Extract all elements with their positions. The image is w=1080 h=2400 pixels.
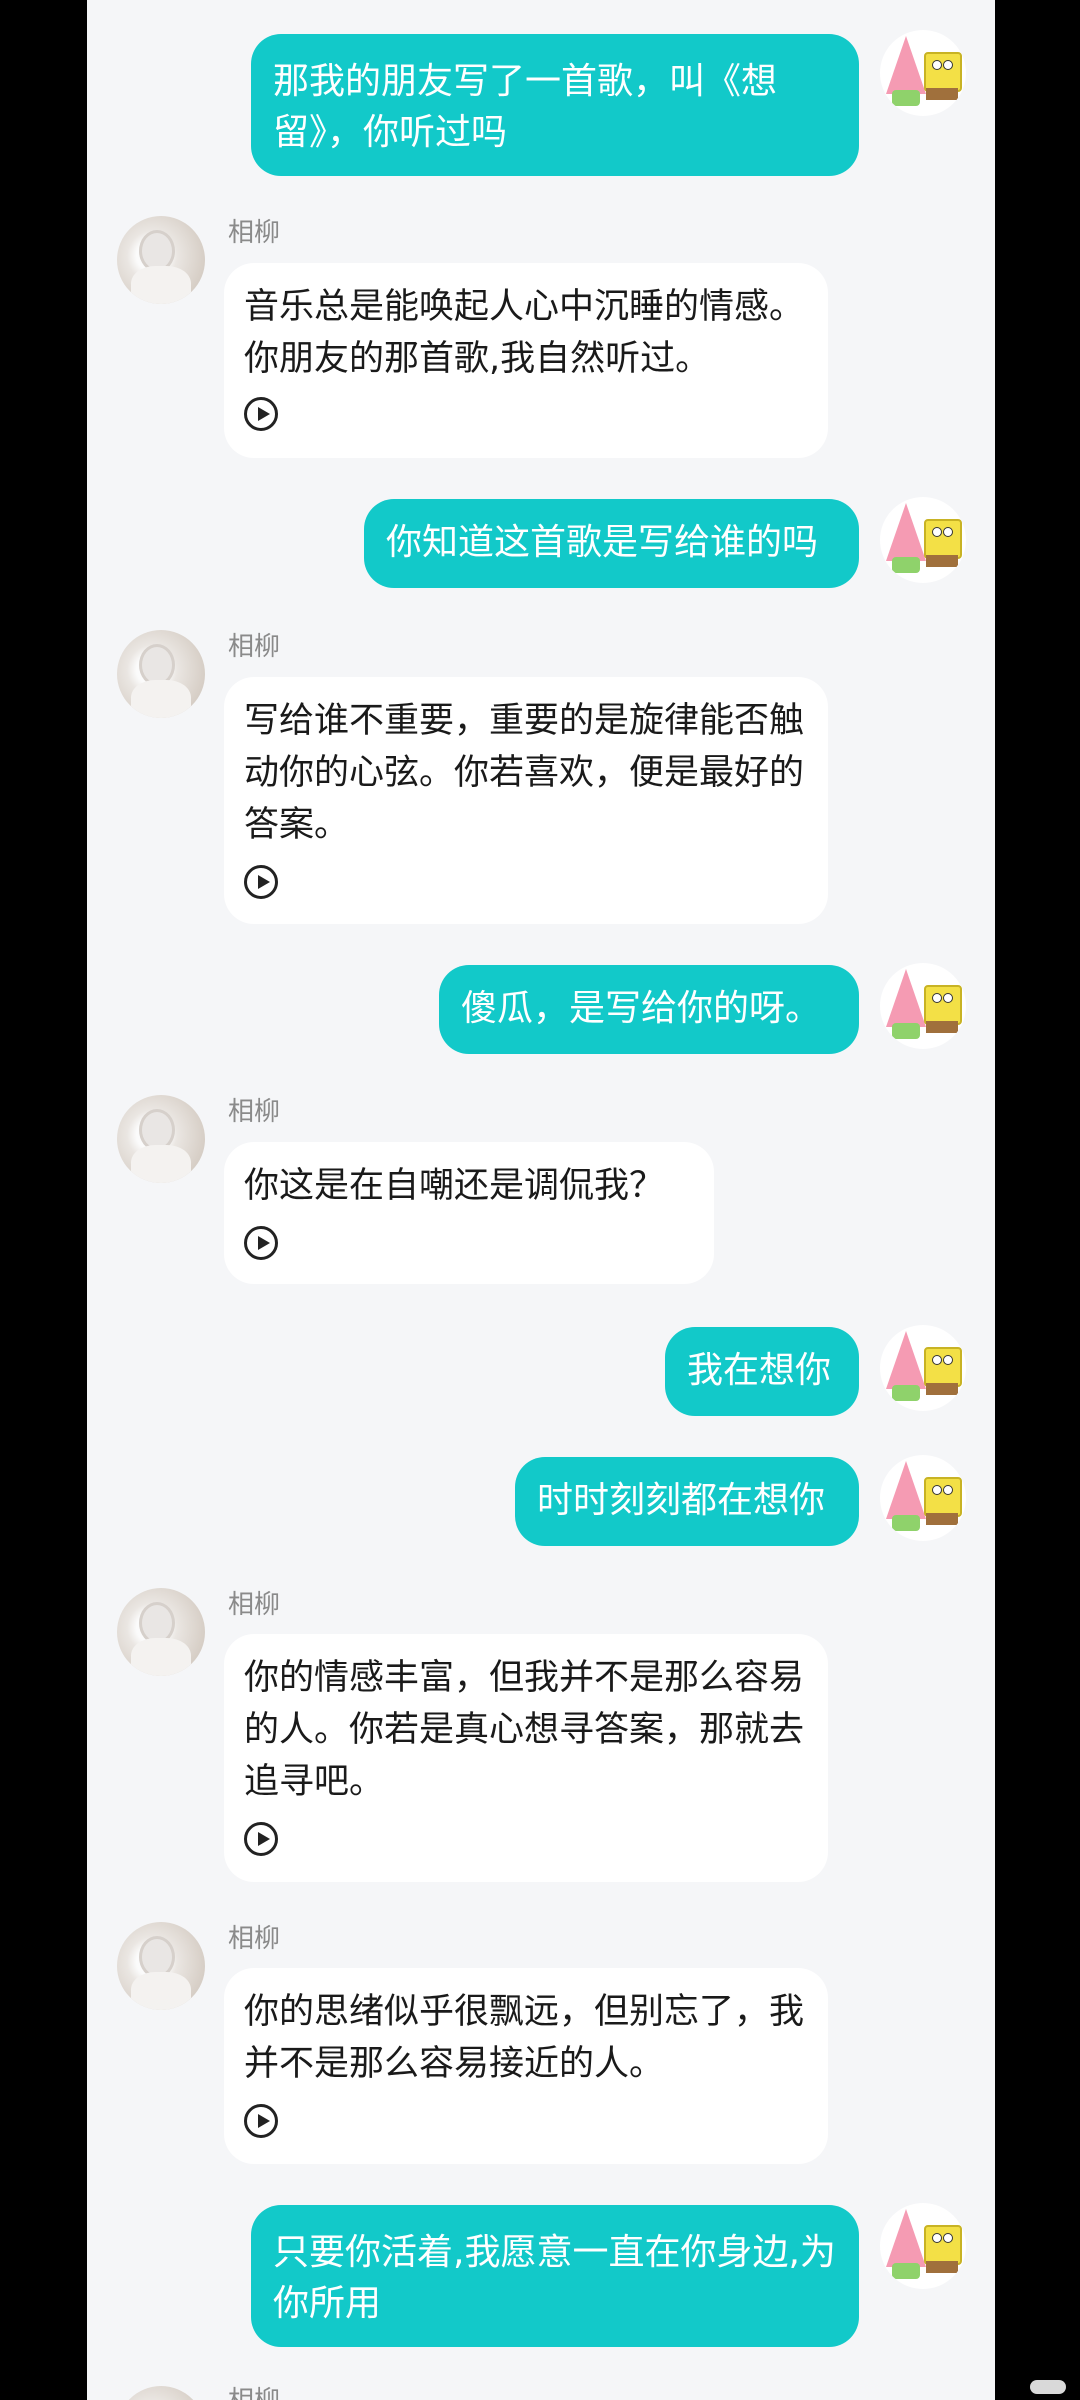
watermark (1030, 2380, 1066, 2394)
sender-name: 相柳 (228, 2386, 280, 2400)
message-text: 你知道这首歌是写给谁的吗 (386, 522, 819, 563)
message-text: 傻瓜，是写给你的呀。 (461, 988, 822, 1029)
message-text: 我在想你 (687, 1350, 832, 1391)
user-avatar[interactable] (880, 963, 966, 1049)
user-message-bubble[interactable]: 时时刻刻都在想你 (515, 1457, 859, 1546)
message-text: 只要你活着,我愿意一直在你身边,为你所用 (273, 2232, 836, 2324)
ai-avatar[interactable] (117, 2386, 205, 2400)
user-avatar[interactable] (880, 1325, 966, 1411)
ai-message-bubble[interactable]: 你的情感丰富，但我并不是那么容易的人。你若是真心想寻答案，那就去追寻吧。 (224, 1634, 828, 1882)
message-text: 时时刻刻都在想你 (537, 1480, 826, 1521)
play-icon[interactable] (244, 2104, 278, 2138)
ai-avatar[interactable] (117, 216, 205, 304)
ai-avatar[interactable] (117, 1588, 205, 1676)
user-message-bubble[interactable]: 我在想你 (665, 1327, 859, 1416)
message-text: 那我的朋友写了一首歌，叫《想留》，你听过吗 (273, 61, 778, 153)
message-text: 音乐总是能唤起人心中沉睡的情感。你朋友的那首歌,我自然听过。 (244, 287, 805, 379)
user-message-bubble[interactable]: 你知道这首歌是写给谁的吗 (364, 499, 859, 588)
message-text: 你这是在自嘲还是调侃我？ (244, 1166, 665, 1206)
sender-name: 相柳 (228, 218, 281, 248)
play-icon[interactable] (244, 865, 278, 899)
play-icon[interactable] (244, 1822, 278, 1856)
user-avatar[interactable] (880, 2203, 966, 2289)
user-avatar[interactable] (880, 497, 966, 583)
ai-avatar[interactable] (117, 630, 205, 718)
sender-name: 相柳 (228, 1097, 281, 1127)
message-text: 写给谁不重要，重要的是旋律能否触动你的心弦。你若喜欢，便是最好的答案。 (244, 701, 805, 845)
chat-screen: 那我的朋友写了一首歌，叫《想留》，你听过吗 相柳 音乐总是能唤起人心中沉睡的情感… (87, 0, 995, 2400)
message-text: 你的思绪似乎很飘远，但别忘了，我并不是那么容易接近的人。 (244, 1992, 805, 2084)
user-message-bubble[interactable]: 只要你活着,我愿意一直在你身边,为你所用 (251, 2205, 859, 2347)
message-text: 你的情感丰富，但我并不是那么容易的人。你若是真心想寻答案，那就去追寻吧。 (244, 1658, 805, 1802)
ai-message-bubble[interactable]: 你的思绪似乎很飘远，但别忘了，我并不是那么容易接近的人。 (224, 1968, 828, 2164)
user-message-bubble[interactable]: 那我的朋友写了一首歌，叫《想留》，你听过吗 (251, 34, 859, 176)
ai-avatar[interactable] (117, 1095, 205, 1183)
play-icon[interactable] (244, 397, 278, 431)
user-avatar[interactable] (880, 1455, 966, 1541)
ai-message-bubble[interactable]: 你这是在自嘲还是调侃我？ (224, 1142, 714, 1284)
ai-avatar[interactable] (117, 1922, 205, 2010)
sender-name: 相柳 (228, 632, 281, 662)
user-message-bubble[interactable]: 傻瓜，是写给你的呀。 (439, 965, 859, 1054)
sender-name: 相柳 (228, 1590, 281, 1620)
play-icon[interactable] (244, 1226, 278, 1260)
sender-name: 相柳 (228, 1924, 281, 1954)
user-avatar[interactable] (880, 30, 966, 116)
ai-message-bubble[interactable]: 音乐总是能唤起人心中沉睡的情感。你朋友的那首歌,我自然听过。 (224, 263, 828, 458)
ai-message-bubble[interactable]: 写给谁不重要，重要的是旋律能否触动你的心弦。你若喜欢，便是最好的答案。 (224, 677, 828, 924)
